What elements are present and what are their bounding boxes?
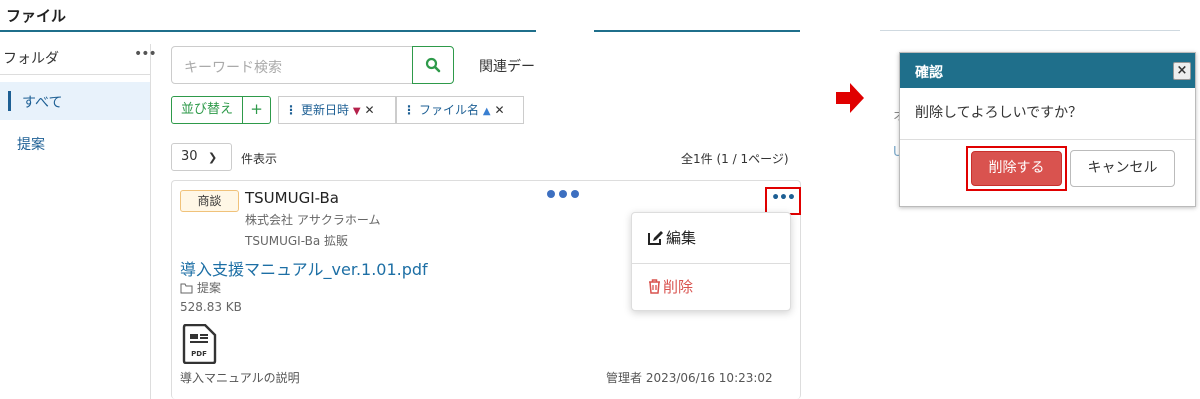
card-action-menu: 編集 削除 [631,212,791,311]
folder-path: 提案 [180,279,221,296]
pdf-icon-label: PDF [191,350,207,358]
pdf-file-icon[interactable]: PDF [181,324,217,364]
menu-item-label: 削除 [663,278,694,296]
dialog-title: 確認 [915,65,943,81]
trash-icon [649,279,660,294]
cancel-button[interactable]: キャンセル [1070,150,1175,187]
search-button[interactable] [412,46,454,84]
close-icon[interactable]: × [1173,62,1191,80]
remove-sort-icon[interactable]: ✕ [365,103,375,117]
file-size: 528.83 KB [180,300,242,314]
sidebar-more-button[interactable]: ••• [134,46,157,62]
menu-item-label: 編集 [666,229,697,247]
file-description: 導入マニュアルの説明 [180,371,300,385]
sidebar-item-proposal[interactable]: 提案 [17,134,45,154]
search-input[interactable]: キーワード検索 [171,46,413,84]
result-count: 全1件 (1 / 1ページ) [681,152,789,166]
chevron-down-icon: ❯ [208,151,218,164]
search-placeholder: キーワード検索 [184,60,282,76]
add-sort-button[interactable]: + [243,96,271,124]
folder-icon [180,283,193,294]
title-divider [0,30,800,32]
background-page-rule [880,30,1180,31]
ellipsis-separator-icon [547,190,579,198]
step-arrow-icon [836,83,864,113]
dialog-divider [900,139,1195,140]
edit-icon [648,231,663,245]
sidebar-item-label: すべて [22,95,63,111]
sort-asc-icon: ▲ [482,106,491,117]
drag-handle-icon[interactable]: ⋮ [285,103,297,117]
project-name: TSUMUGI-Ba 拡販 [245,234,349,248]
updated-meta: 管理者 2023/06/16 10:23:02 [606,371,773,385]
folder-sidebar: フォルダ ••• すべて 提案 [0,44,157,399]
highlight-frame: 削除する [966,146,1067,191]
active-indicator [8,91,11,111]
remove-sort-icon[interactable]: ✕ [495,103,505,117]
sidebar-divider [0,74,150,75]
sort-desc-icon: ▼ [352,106,361,117]
menu-item-delete[interactable]: 削除 [648,276,693,297]
dialog-header: 確認 × [900,53,1195,88]
related-data-tab[interactable]: 関連デー [479,56,539,76]
company-name: 株式会社 アサクラホーム [245,213,381,227]
sidebar-heading: フォルダ [3,51,59,67]
per-page-select[interactable]: 30 ❯ [171,143,232,171]
sidebar-item-all[interactable]: すべて [0,82,150,120]
category-badge: 商談 [180,190,239,212]
drag-handle-icon[interactable]: ⋮ [403,103,415,117]
menu-item-edit[interactable]: 編集 [648,227,696,248]
sort-button[interactable]: 並び替え [171,96,243,124]
menu-divider [632,263,790,264]
confirm-delete-button[interactable]: 削除する [971,151,1062,186]
page-title: ファイル [6,7,67,25]
deal-title: TSUMUGI-Ba [245,189,339,207]
search-icon [425,57,441,73]
confirm-dialog: 確認 × 削除してよろしいですか？ 削除する キャンセル [899,52,1196,207]
screenshot-gap [536,0,594,180]
sort-chip-filename[interactable]: ⋮ ファイル名 ▲ ✕ [396,96,524,124]
per-page-label: 件表示 [241,152,278,166]
folder-name: 提案 [197,281,222,295]
file-name-link[interactable]: 導入支援マニュアル_ver.1.01.pdf [180,256,428,280]
sort-chip-updated[interactable]: ⋮ 更新日時 ▼ ✕ [278,96,396,124]
dialog-message: 削除してよろしいですか？ [915,105,1083,121]
sort-chip-label: 更新日時 [301,103,350,117]
sort-chip-label: ファイル名 [419,103,480,117]
per-page-value: 30 [181,149,198,164]
